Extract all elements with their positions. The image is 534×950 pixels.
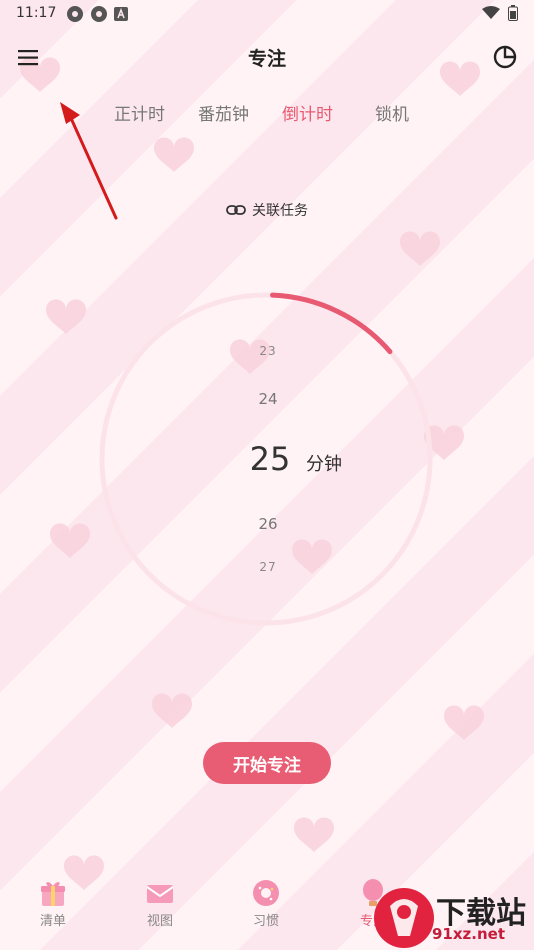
status-time: 11:17	[16, 5, 57, 21]
donut-icon	[253, 880, 279, 906]
picker-option[interactable]: 26	[228, 515, 308, 533]
tab-count-up[interactable]: 正计时	[114, 100, 165, 125]
picker-unit-label: 分钟	[306, 454, 342, 475]
statistics-button[interactable]	[490, 42, 520, 72]
nav-label: 清单	[39, 914, 66, 929]
tab-pomodoro[interactable]: 番茄钟	[198, 100, 249, 125]
battery-icon	[508, 5, 518, 21]
picker-option[interactable]: 27	[228, 560, 308, 574]
envelope-icon	[146, 885, 174, 903]
header: 专注	[0, 36, 534, 80]
picker-option[interactable]: 23	[228, 344, 308, 358]
nav-label: 视图	[146, 914, 173, 929]
start-focus-button[interactable]: 开始专注	[203, 742, 331, 784]
picker-selected-value[interactable]: 25	[230, 440, 310, 478]
nav-item-habits[interactable]: 习惯	[236, 878, 296, 929]
mode-tabs: 正计时 番茄钟 倒计时 锁机	[0, 100, 534, 130]
watermark-url: 91xz.net	[432, 925, 506, 943]
text-a-notification-icon	[114, 7, 128, 21]
app-notification-icon	[91, 6, 107, 22]
link-task-label: 关联任务	[252, 203, 308, 219]
nav-label: 习惯	[252, 914, 279, 929]
status-bar: 11:17	[0, 0, 534, 28]
page-title: 专注	[247, 48, 286, 70]
link-task-button[interactable]: 关联任务	[226, 199, 308, 221]
gift-icon	[41, 882, 65, 906]
tab-lock-phone[interactable]: 锁机	[375, 100, 409, 125]
app-notification-icon	[67, 6, 83, 22]
wifi-icon	[482, 6, 500, 19]
nav-item-list[interactable]: 清单	[23, 878, 83, 929]
tab-countdown[interactable]: 倒计时	[282, 100, 333, 125]
picker-option[interactable]: 24	[228, 390, 308, 408]
nav-item-view[interactable]: 视图	[130, 878, 190, 929]
link-icon	[226, 205, 246, 215]
pie-chart-icon	[493, 45, 517, 69]
